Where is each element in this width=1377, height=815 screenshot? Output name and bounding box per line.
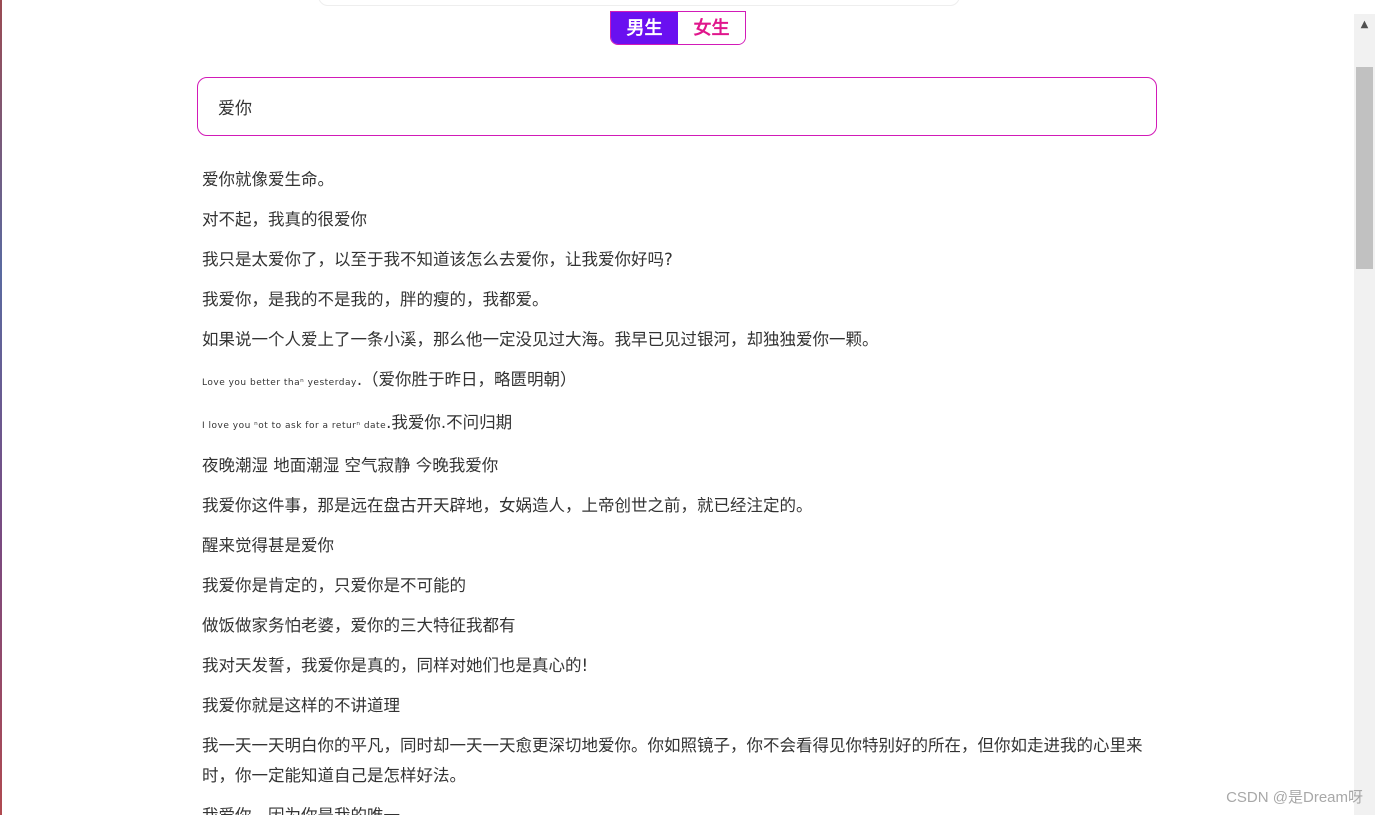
result-item-text: 对不起，我真的很爱你 xyxy=(202,210,367,229)
top-panel-edge xyxy=(318,0,960,6)
result-item-text: 我爱你这件事，那是远在盘古开天辟地，女娲造人，上帝创世之前，就已经注定的。 xyxy=(202,496,813,515)
result-item-text: 醒来觉得甚是爱你 xyxy=(202,536,334,555)
result-item: 做饭做家务怕老婆，爱你的三大特征我都有 xyxy=(202,611,1157,641)
result-item: 如果说一个人爱上了一条小溪，那么他一定没见过大海。我早已见过银河，却独独爱你一颗… xyxy=(202,325,1157,355)
scroll-up-arrow-icon[interactable]: ▲ xyxy=(1354,14,1375,36)
watermark: CSDN @是Dream呀 xyxy=(1226,789,1363,806)
result-item-text: 夜晚潮湿 地面潮湿 空气寂静 今晚我爱你 xyxy=(202,456,499,475)
result-item: 我爱你，因为你是我的唯一。 xyxy=(202,801,1157,815)
result-item-english: I love you ⁿot to ask for a returⁿ date xyxy=(202,421,387,431)
result-item: 醒来觉得甚是爱你 xyxy=(202,531,1157,561)
vertical-scrollbar[interactable]: ▲ xyxy=(1354,14,1375,815)
result-item-text: .（爱你胜于昨日，略匮明朝） xyxy=(356,370,577,389)
result-item-text: 我对天发誓，我爱你是真的，同样对她们也是真心的! xyxy=(202,656,589,675)
result-item-text: 我爱你是肯定的，只爱你是不可能的 xyxy=(202,576,466,595)
male-button[interactable]: 男生 xyxy=(611,12,678,44)
result-item: 我一天一天明白你的平凡，同时却一天一天愈更深切地爱你。你如照镜子，你不会看得见你… xyxy=(202,731,1157,791)
search-box xyxy=(197,77,1157,136)
result-item: 我爱你这件事，那是远在盘古开天辟地，女娲造人，上帝创世之前，就已经注定的。 xyxy=(202,491,1157,521)
result-item-text: .我爱你.不问归期 xyxy=(386,413,513,432)
search-input[interactable] xyxy=(198,78,1156,135)
result-item-text: 爱你就像爱生命。 xyxy=(202,170,334,189)
result-item: I love you ⁿot to ask for a returⁿ date.… xyxy=(202,408,1157,441)
female-button[interactable]: 女生 xyxy=(678,12,745,44)
result-item-text: 我爱你就是这样的不讲道理 xyxy=(202,696,400,715)
result-item: 我只是太爱你了，以至于我不知道该怎么去爱你，让我爱你好吗? xyxy=(202,245,1157,275)
gender-toggle: 男生 女生 xyxy=(610,11,746,45)
window-edge xyxy=(0,0,2,815)
result-item: 我爱你，是我的不是我的，胖的瘦的，我都爱。 xyxy=(202,285,1157,315)
result-item-text: 我爱你，是我的不是我的，胖的瘦的，我都爱。 xyxy=(202,290,549,309)
result-item: 对不起，我真的很爱你 xyxy=(202,205,1157,235)
result-item: 夜晚潮湿 地面潮湿 空气寂静 今晚我爱你 xyxy=(202,451,1157,481)
result-item: 我爱你是肯定的，只爱你是不可能的 xyxy=(202,571,1157,601)
result-list: 爱你就像爱生命。对不起，我真的很爱你我只是太爱你了，以至于我不知道该怎么去爱你，… xyxy=(202,165,1157,815)
result-item: 我对天发誓，我爱你是真的，同样对她们也是真心的! xyxy=(202,651,1157,681)
result-item: Love you better thaⁿ yesterday.（爱你胜于昨日，略… xyxy=(202,365,1157,398)
result-item: 爱你就像爱生命。 xyxy=(202,165,1157,195)
scroll-thumb[interactable] xyxy=(1356,67,1373,269)
result-item-english: Love you better thaⁿ yesterday xyxy=(202,378,357,388)
result-item-text: 做饭做家务怕老婆，爱你的三大特征我都有 xyxy=(202,616,516,635)
result-item: 我爱你就是这样的不讲道理 xyxy=(202,691,1157,721)
page: 男生 女生 爱你就像爱生命。对不起，我真的很爱你我只是太爱你了，以至于我不知道该… xyxy=(0,0,1377,815)
result-item-text: 我爱你，因为你是我的唯一。 xyxy=(202,806,417,815)
result-item-text: 我一天一天明白你的平凡，同时却一天一天愈更深切地爱你。你如照镜子，你不会看得见你… xyxy=(202,736,1143,785)
result-item-text: 我只是太爱你了，以至于我不知道该怎么去爱你，让我爱你好吗? xyxy=(202,250,673,269)
result-item-text: 如果说一个人爱上了一条小溪，那么他一定没见过大海。我早已见过银河，却独独爱你一颗… xyxy=(202,330,879,349)
